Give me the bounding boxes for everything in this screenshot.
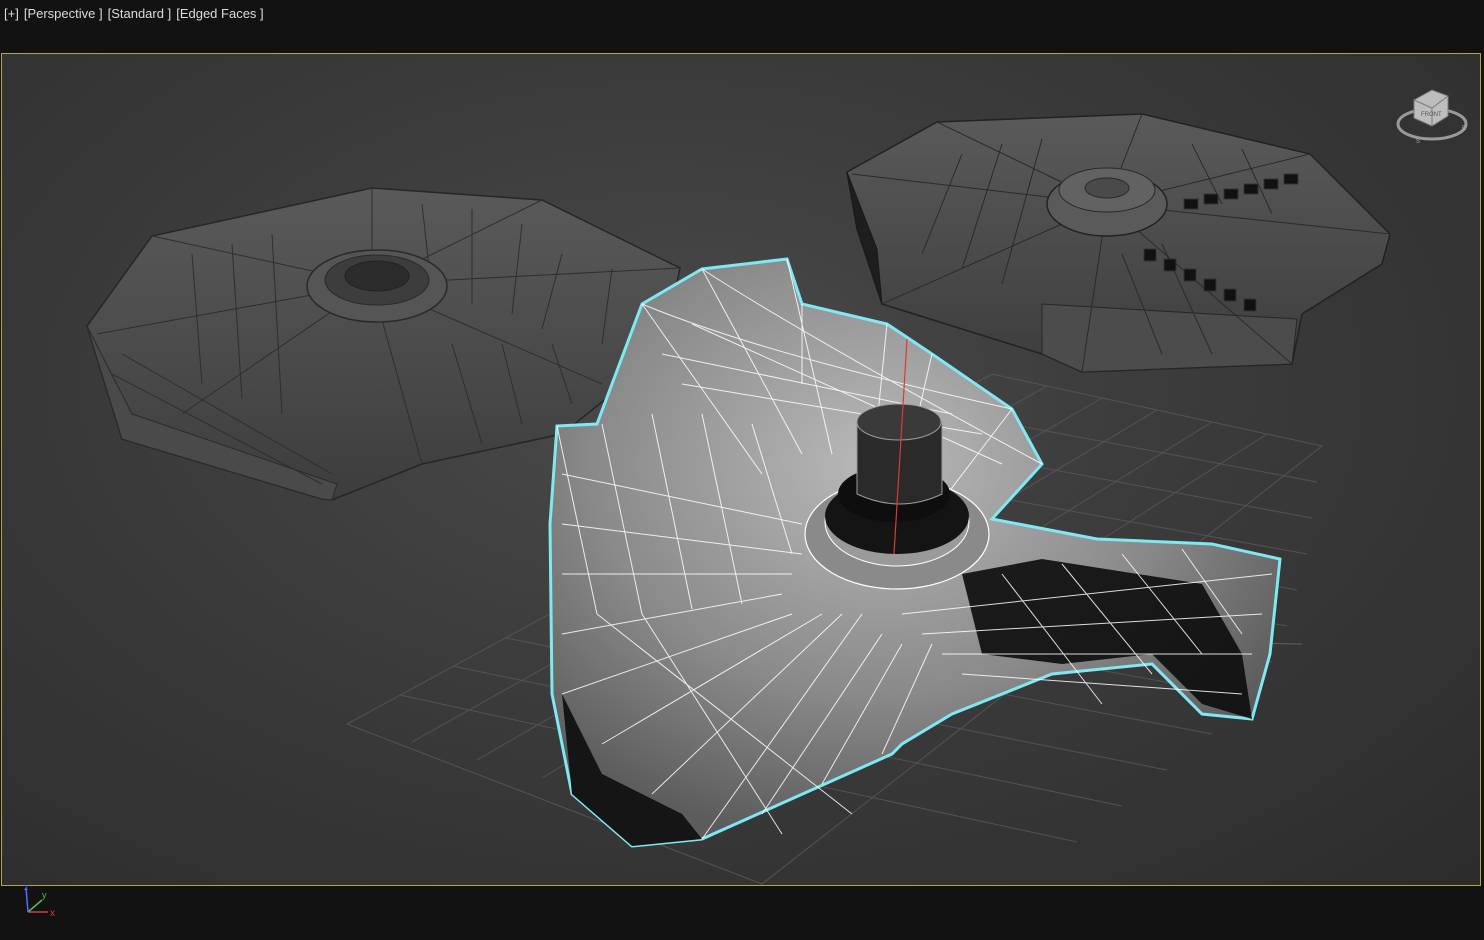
svg-text:S: S xyxy=(1416,139,1420,145)
viewport-point-of-view-menu[interactable]: [Perspective ] xyxy=(24,6,103,24)
svg-text:E: E xyxy=(1462,126,1466,132)
axis-y-label: y xyxy=(42,890,47,900)
viewport-shading-menu[interactable]: [Standard ] xyxy=(108,6,172,24)
viewport-display-menu[interactable]: [Edged Faces ] xyxy=(176,6,263,24)
viewport-general-menu[interactable]: [+] xyxy=(4,6,19,24)
fan-model-right[interactable] xyxy=(846,113,1391,373)
viewcube-navigation[interactable]: FRONT E S xyxy=(1394,86,1470,148)
axis-z-label: z xyxy=(24,882,29,892)
axis-tripod-icon: x y z xyxy=(24,882,55,919)
max-viewport-window: [+] [Perspective ] [Standard ] [Edged Fa… xyxy=(0,0,1484,940)
axis-x-label: x xyxy=(50,908,55,919)
perspective-viewport[interactable]: FRONT E S xyxy=(1,53,1481,886)
scene-canvas[interactable] xyxy=(2,54,1481,886)
viewcube-front-face[interactable]: FRONT xyxy=(1421,112,1442,118)
viewport-label-menu: [+] [Perspective ] [Standard ] [Edged Fa… xyxy=(4,6,264,24)
